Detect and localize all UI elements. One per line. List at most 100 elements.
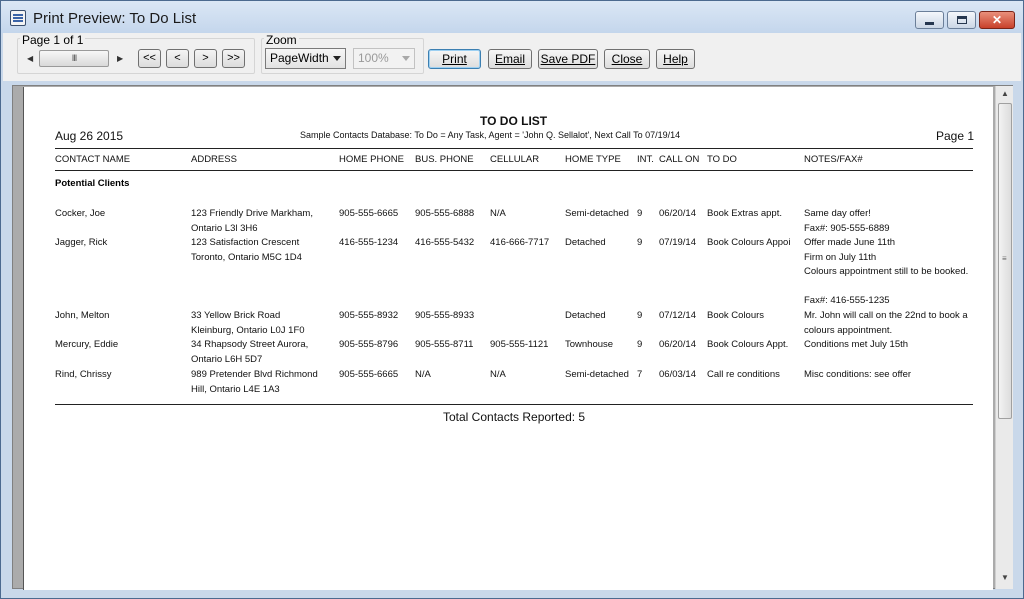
bus-phone: 416-555-5432 (415, 237, 475, 248)
maximize-icon (956, 16, 967, 24)
address-line: 123 Satisfaction Crescent (191, 237, 300, 248)
report-subtitle: Sample Contacts Database: To Do = Any Ta… (300, 130, 681, 140)
column-header: BUS. PHONE (415, 154, 474, 165)
chevron-down-icon (402, 56, 410, 61)
window-title: Print Preview: To Do List (33, 10, 197, 27)
last-page-button[interactable]: >> (222, 49, 245, 68)
column-header: HOME PHONE (339, 154, 404, 165)
call-on: 06/03/14 (659, 369, 696, 380)
next-page-button[interactable]: > (194, 49, 217, 68)
zoom-mode-select[interactable]: PageWidth (265, 48, 346, 69)
chevron-down-icon (333, 56, 341, 61)
call-on: 06/20/14 (659, 208, 696, 219)
home-type: Townhouse (565, 339, 614, 350)
report-title: TO DO LIST (480, 114, 548, 128)
column-header: NOTES/FAX# (804, 154, 863, 165)
address-line: Ontario L6H 5D7 (191, 353, 263, 365)
address-line: Ontario L3l 3H6 (191, 222, 258, 234)
to-do: Book Extras appt. (707, 208, 782, 219)
minimize-button[interactable] (915, 11, 944, 29)
to-do: Book Colours (707, 310, 765, 321)
email-button[interactable]: Email (488, 49, 532, 69)
call-on: 07/19/14 (659, 237, 696, 248)
zoom-percent-select: 100% (353, 48, 415, 69)
interest: 9 (637, 208, 643, 219)
print-button[interactable]: Print (428, 49, 481, 69)
first-page-button[interactable]: << (138, 49, 161, 68)
scroll-left-icon[interactable]: ◀ (27, 54, 33, 63)
to-do: Book Colours Appt. (707, 339, 789, 350)
column-header: ADDRESS (191, 154, 237, 165)
address-line: 989 Pretender Blvd Richmond (191, 369, 318, 380)
scroll-up-icon[interactable]: ▲ (1001, 89, 1009, 98)
column-header: CALL ON (659, 154, 700, 165)
home-type: Detached (565, 310, 606, 321)
column-header: TO DO (707, 154, 737, 165)
report-page: TO DO LIST Sample Contacts Database: To … (23, 87, 993, 590)
interest: 9 (637, 310, 643, 321)
column-header: HOME TYPE (565, 154, 621, 165)
home-type: Detached (565, 237, 606, 248)
column-header: CONTACT NAME (55, 154, 131, 165)
bus-phone: 905-555-8933 (415, 310, 475, 321)
header-rule-top (55, 148, 973, 149)
minimize-icon (925, 21, 934, 25)
notes-line: Fax#: 905-555-6889 (804, 222, 890, 234)
section-heading: Potential Clients (55, 178, 130, 189)
notes-line: Fax#: 416-555-1235 (804, 295, 890, 307)
close-window-button[interactable]: ✕ (979, 11, 1015, 29)
call-on: 07/12/14 (659, 310, 696, 321)
scroll-down-icon[interactable]: ▼ (1001, 573, 1009, 582)
footer-rule (55, 404, 973, 405)
contact-name: Mercury, Eddie (55, 339, 119, 350)
vertical-scroll-thumb[interactable]: ≡ (998, 103, 1012, 419)
cellular: 416-666-7717 (490, 237, 550, 248)
contact-name: Rind, Chrissy (55, 369, 112, 380)
print-preview-window: Print Preview: To Do List ✕ Page 1 of 1 … (0, 0, 1024, 599)
call-on: 06/20/14 (659, 339, 696, 350)
home-type: Semi-detached (565, 208, 629, 219)
save-pdf-button[interactable]: Save PDF (538, 49, 598, 69)
header-rule-bottom (55, 170, 973, 171)
home-phone: 905-555-8796 (339, 339, 399, 350)
zoom-percent-value: 100% (358, 51, 389, 65)
to-do: Call re conditions (707, 369, 780, 380)
preview-area[interactable]: TO DO LIST Sample Contacts Database: To … (12, 85, 1013, 590)
address-line: 34 Rhapsody Street Aurora, (191, 339, 309, 350)
home-type: Semi-detached (565, 369, 629, 380)
to-do: Book Colours Appoi (707, 237, 791, 248)
notes-line: Offer made June 11th (804, 237, 896, 248)
column-header: CELLULAR (490, 154, 540, 165)
cellular: N/A (490, 208, 506, 219)
address-line: Kleinburg, Ontario L0J 1F0 (191, 324, 305, 336)
bus-phone: 905-555-6888 (415, 208, 475, 219)
home-phone: 905-555-6665 (339, 369, 399, 380)
notes-line: Misc conditions: see offer (804, 369, 912, 380)
document-icon (10, 10, 26, 26)
vertical-scrollbar[interactable]: ▲ ≡ ▼ (995, 86, 1013, 589)
notes-line: Conditions met July 15th (804, 339, 909, 350)
cellular: 905-555-1121 (490, 339, 549, 350)
bus-phone: N/A (415, 369, 431, 380)
report-page-number: Page 1 (936, 129, 975, 143)
scroll-right-icon[interactable]: ▶ (117, 54, 123, 63)
toolbar: Page 1 of 1 ◀ III ▶ << < > >> Zoom PageW… (3, 33, 1021, 81)
notes-line: Firm on July 11th (804, 251, 877, 263)
contact-name: John, Melton (55, 310, 110, 321)
bus-phone: 905-555-8711 (415, 339, 474, 350)
report-date: Aug 26 2015 (55, 129, 124, 143)
notes-line: Same day offer! (804, 208, 871, 219)
total-contacts: Total Contacts Reported: 5 (443, 410, 586, 424)
title-bar[interactable]: Print Preview: To Do List ✕ (1, 1, 1023, 33)
notes-line: Mr. John will call on the 22nd to book a… (804, 310, 968, 336)
page-scroll-thumb[interactable]: III (39, 50, 109, 67)
close-button[interactable]: Close (604, 49, 650, 69)
address-line: 123 Friendly Drive Markham, (191, 208, 313, 219)
interest: 9 (637, 237, 643, 248)
help-button[interactable]: Help (656, 49, 695, 69)
zoom-mode-value: PageWidth (270, 51, 329, 65)
close-icon: ✕ (991, 13, 1003, 27)
prev-page-button[interactable]: < (166, 49, 189, 68)
maximize-button[interactable] (947, 11, 976, 29)
page-indicator: Page 1 of 1 (20, 33, 86, 47)
